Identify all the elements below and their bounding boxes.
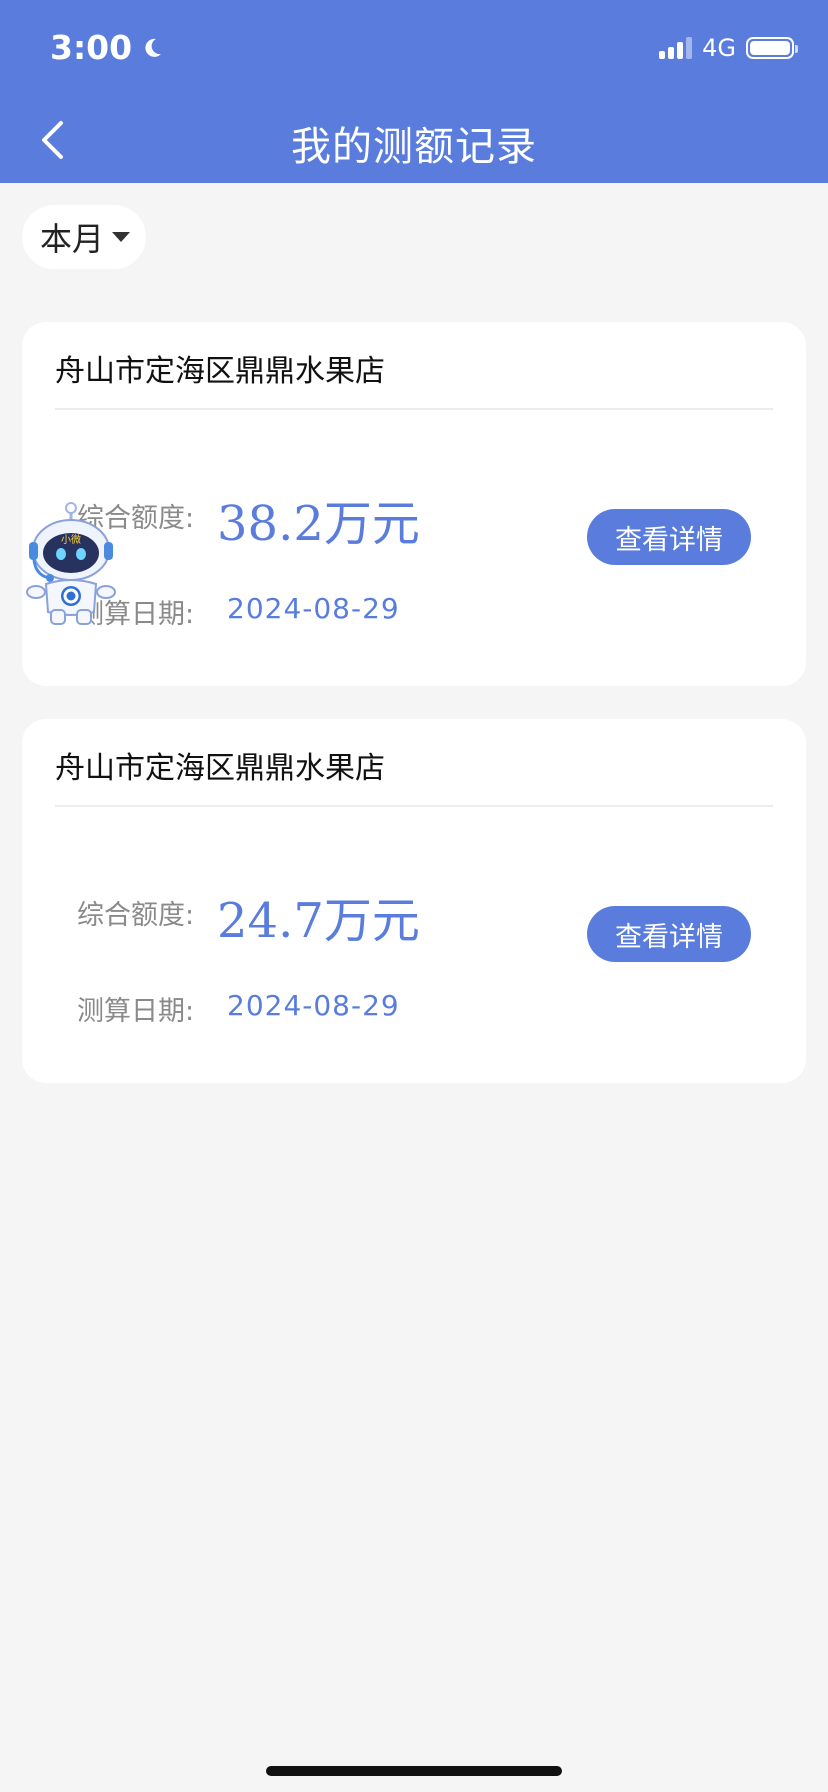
mascot-badge-text: 小微: [61, 533, 81, 546]
moon-icon: [145, 38, 162, 57]
view-details-button[interactable]: 查看详情: [587, 509, 751, 565]
network-label: 4G: [702, 34, 736, 62]
record-card: 舟山市定海区鼎鼎水果店 综合额度: 24.7万元 测算日期: 2024-08-2…: [22, 719, 806, 1083]
view-details-button[interactable]: 查看详情: [587, 906, 751, 962]
shop-name: 舟山市定海区鼎鼎水果店: [55, 354, 385, 389]
nav-bar: 我的测额记录: [0, 100, 828, 183]
calc-date: 2024-08-29: [227, 592, 400, 625]
month-filter-dropdown[interactable]: 本月: [22, 205, 147, 269]
card-divider: [55, 408, 773, 410]
record-card: 舟山市定海区鼎鼎水果店 综合额度: 38.2万元 测算日期: 2024-08-2…: [22, 322, 806, 686]
card-divider: [55, 805, 773, 807]
caret-down-icon: [112, 232, 131, 242]
robot-assistant-icon[interactable]: 小微: [26, 500, 116, 626]
amount-label: 综合额度:: [77, 900, 195, 931]
signal-icon: [659, 37, 693, 59]
calc-date: 2024-08-29: [227, 989, 400, 1022]
status-time-text: 3:00: [50, 28, 133, 67]
credit-amount: 24.7万元: [217, 893, 420, 949]
battery-icon: [746, 37, 798, 59]
header: 3:00 4G 我的测额记录: [0, 0, 828, 183]
status-bar-time: 3:00: [50, 28, 164, 67]
credit-amount: 38.2万元: [217, 496, 420, 552]
month-filter-label: 本月: [40, 220, 105, 258]
date-label: 测算日期:: [77, 996, 195, 1027]
page-title: 我的测额记录: [291, 124, 537, 170]
status-bar-right: 4G: [659, 34, 798, 62]
shop-name: 舟山市定海区鼎鼎水果店: [55, 751, 385, 786]
home-indicator: [266, 1766, 562, 1776]
